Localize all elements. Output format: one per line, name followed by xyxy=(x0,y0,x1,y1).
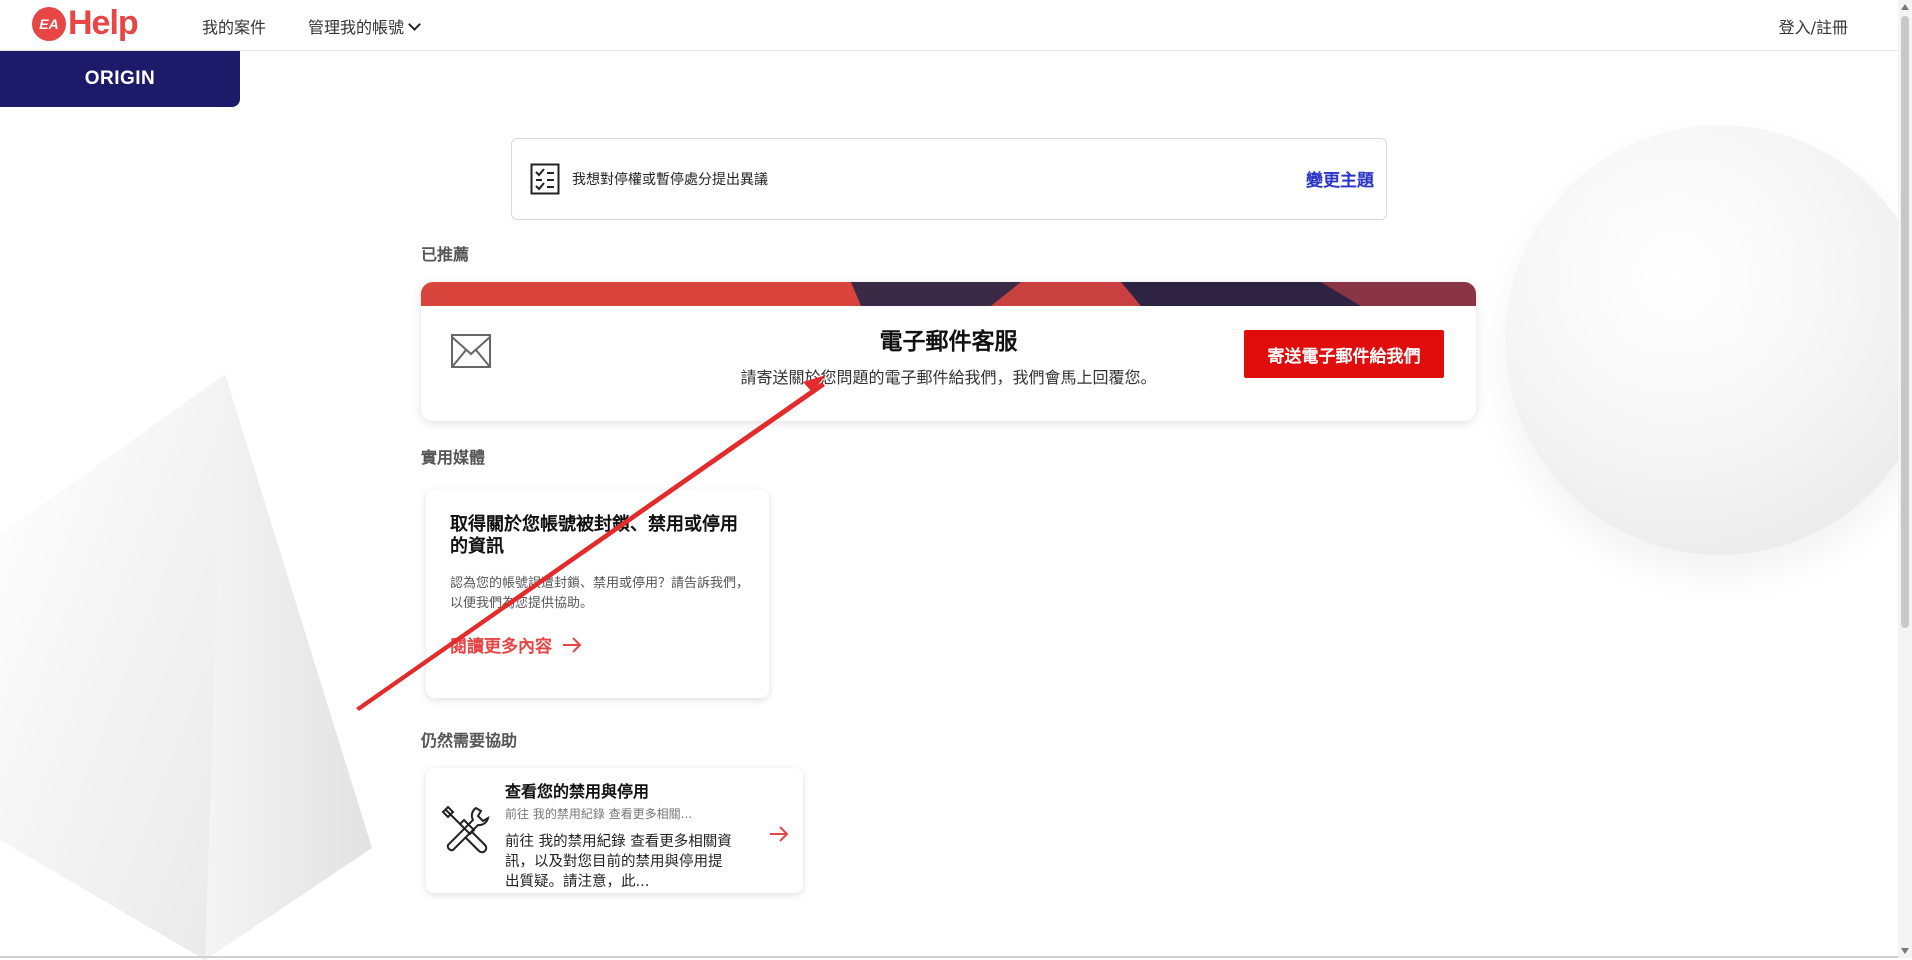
email-support-card: 電子郵件客服 請寄送關於您問題的電子郵件給我們，我們會馬上回覆您。 寄送電子郵件… xyxy=(421,282,1476,421)
send-email-button[interactable]: 寄送電子郵件給我們 xyxy=(1244,330,1444,378)
scroll-up-arrow-icon[interactable] xyxy=(1901,4,1909,10)
nav-my-cases[interactable]: 我的案件 xyxy=(202,14,266,38)
article-description: 認為您的帳號誤遭封鎖、禁用或停用？請告訴我們，以便我們為您提供協助。 xyxy=(450,576,750,611)
read-more-label: 閱讀更多內容 xyxy=(450,637,552,657)
background-pyramid-decoration xyxy=(0,374,372,960)
section-still-need-help-heading: 仍然需要協助 xyxy=(421,731,518,750)
selected-topic-text: 我想對停權或暫停處分提出異議 xyxy=(572,172,768,188)
top-navigation-bar: EA Help 我的案件 管理我的帳號 登入/註冊 xyxy=(0,0,1898,51)
section-recommended-heading: 已推薦 xyxy=(421,245,470,264)
view-bans-subtitle: 前往 我的禁用紀錄 查看更多相關... xyxy=(505,807,693,821)
ea-help-logo[interactable]: EA Help xyxy=(32,4,139,43)
nav-manage-account[interactable]: 管理我的帳號 xyxy=(308,14,421,38)
arrow-right-icon[interactable] xyxy=(769,825,789,843)
checklist-icon xyxy=(530,163,560,195)
scroll-down-arrow-icon[interactable] xyxy=(1901,948,1909,954)
section-media-heading: 實用媒體 xyxy=(421,448,486,467)
arrow-right-icon xyxy=(563,636,582,653)
tools-icon xyxy=(441,805,490,854)
background-sphere-decoration xyxy=(1505,125,1912,555)
chevron-down-icon xyxy=(408,18,421,31)
article-title: 取得關於您帳號被封鎖、禁用或停用的資訊 xyxy=(450,514,738,557)
ea-logo-badge: EA xyxy=(32,6,66,41)
selected-topic-box: 我想對停權或暫停處分提出異議 變更主題 xyxy=(511,138,1387,220)
card-banner-decoration xyxy=(421,282,1476,306)
page-scrollbar[interactable] xyxy=(1898,0,1912,958)
article-card[interactable]: 取得關於您帳號被封鎖、禁用或停用的資訊 認為您的帳號誤遭封鎖、禁用或停用？請告訴… xyxy=(426,490,769,698)
view-bans-body: 前往 我的禁用紀錄 查看更多相關資訊，以及對您目前的禁用與停用提出質疑。請注意，… xyxy=(505,834,732,890)
origin-product-tab[interactable]: ORIGIN xyxy=(0,51,240,107)
nav-login-register[interactable]: 登入/註冊 xyxy=(1779,14,1848,38)
scrollbar-thumb[interactable] xyxy=(1901,16,1909,628)
change-topic-link[interactable]: 變更主題 xyxy=(1306,166,1374,191)
view-bans-card[interactable]: 查看您的禁用與停用 前往 我的禁用紀錄 查看更多相關... 前往 我的禁用紀錄 … xyxy=(426,768,803,893)
read-more-link[interactable]: 閱讀更多內容 xyxy=(450,632,582,657)
nav-manage-account-label: 管理我的帳號 xyxy=(308,18,405,37)
help-logo-text: Help xyxy=(68,4,139,42)
view-bans-title: 查看您的禁用與停用 xyxy=(505,782,650,801)
